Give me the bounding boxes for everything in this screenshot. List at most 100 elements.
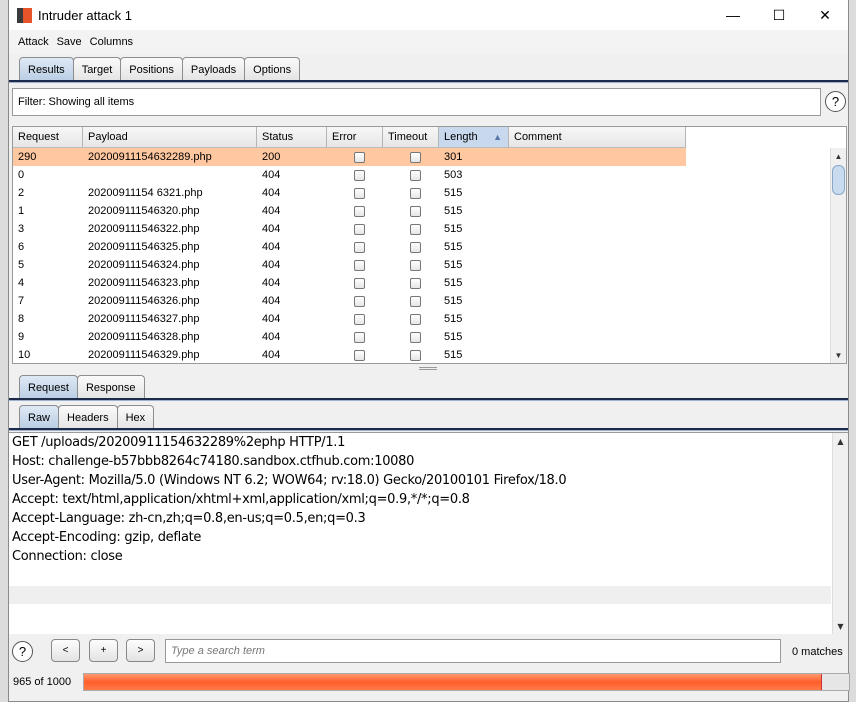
request-editor[interactable]: GET /uploads/20200911154632289%2ephp HTT…: [9, 432, 848, 634]
cell-length: 515: [444, 205, 463, 217]
timeout-checkbox[interactable]: [410, 169, 421, 181]
cell-payload: 20200911154632289.php: [88, 151, 212, 163]
error-checkbox[interactable]: [354, 349, 365, 361]
timeout-checkbox[interactable]: [410, 259, 421, 271]
table-row[interactable]: 8 202009111546327.php 404 515: [13, 310, 686, 328]
view-tabs: Raw Headers Hex: [19, 405, 155, 429]
close-button[interactable]: ✕: [802, 0, 848, 30]
menu-bar: Attack Save Columns: [9, 30, 848, 54]
timeout-checkbox[interactable]: [410, 349, 421, 361]
tab-target[interactable]: Target: [72, 57, 122, 81]
request-line: Accept-Encoding: gzip, deflate: [12, 530, 202, 545]
search-input[interactable]: Type a search term: [165, 639, 781, 663]
next-match-button[interactable]: >: [126, 639, 155, 662]
cell-payload: 202009111546326.php: [88, 295, 200, 307]
error-checkbox[interactable]: [354, 241, 365, 253]
split-handle[interactable]: [419, 367, 437, 370]
menu-attack[interactable]: Attack: [18, 36, 49, 48]
table-row[interactable]: 10 202009111546329.php 404 515: [13, 346, 686, 363]
title-bar: Intruder attack 1 — ☐ ✕: [9, 0, 848, 30]
add-button[interactable]: +: [89, 639, 118, 662]
cell-payload: 202009111546320.php: [88, 205, 200, 217]
table-row[interactable]: 7 202009111546326.php 404 515: [13, 292, 686, 310]
tab-hex[interactable]: Hex: [116, 405, 155, 429]
previous-match-button[interactable]: <: [51, 639, 80, 662]
error-checkbox[interactable]: [354, 223, 365, 235]
tab-divider: [9, 80, 848, 83]
table-row[interactable]: 1 202009111546320.php 404 515: [13, 202, 686, 220]
intruder-window: Intruder attack 1 — ☐ ✕ Attack Save Colu…: [8, 0, 850, 702]
cell-payload: 202009111546327.php: [88, 313, 200, 325]
table-row[interactable]: 4 202009111546323.php 404 515: [13, 274, 686, 292]
table-row[interactable]: 9 202009111546328.php 404 515: [13, 328, 686, 346]
request-line: Host: challenge-b57bbb8264c74180.sandbox…: [12, 454, 415, 469]
error-checkbox[interactable]: [354, 151, 365, 163]
help-icon[interactable]: ?: [825, 91, 846, 112]
col-payload[interactable]: Payload: [83, 127, 257, 147]
cell-payload: 202009111546323.php: [88, 277, 200, 289]
menu-columns[interactable]: Columns: [90, 36, 133, 48]
menu-save[interactable]: Save: [57, 36, 82, 48]
cell-request: 8: [18, 313, 25, 325]
minimize-button[interactable]: —: [710, 0, 756, 30]
table-row[interactable]: 0 404 503: [13, 166, 686, 184]
tab-request[interactable]: Request: [19, 375, 78, 399]
col-comment[interactable]: Comment: [509, 127, 686, 147]
col-error[interactable]: Error: [327, 127, 383, 147]
timeout-checkbox[interactable]: [410, 187, 421, 199]
error-checkbox[interactable]: [354, 187, 365, 199]
cell-request: 7: [18, 295, 25, 307]
sort-ascending-icon: ▲: [493, 132, 502, 142]
col-status[interactable]: Status: [257, 127, 327, 147]
table-scrollbar[interactable]: ▲ ▼: [830, 148, 846, 363]
maximize-button[interactable]: ☐: [756, 0, 802, 30]
cell-request: 290: [18, 151, 37, 163]
timeout-checkbox[interactable]: [410, 331, 421, 343]
timeout-checkbox[interactable]: [410, 313, 421, 325]
tab-positions[interactable]: Positions: [120, 57, 183, 81]
timeout-checkbox[interactable]: [410, 205, 421, 217]
tab-options[interactable]: Options: [244, 57, 301, 81]
tab-payloads[interactable]: Payloads: [181, 57, 246, 81]
table-row[interactable]: 6 202009111546325.php 404 515: [13, 238, 686, 256]
tab-headers[interactable]: Headers: [58, 405, 118, 429]
timeout-checkbox[interactable]: [410, 241, 421, 253]
cell-request: 10: [18, 349, 31, 361]
tab-response[interactable]: Response: [76, 375, 145, 399]
cell-request: 2: [18, 187, 25, 199]
col-timeout[interactable]: Timeout: [383, 127, 439, 147]
editor-scrollbar[interactable]: ▲ ▼: [832, 433, 848, 634]
timeout-checkbox[interactable]: [410, 295, 421, 307]
timeout-checkbox[interactable]: [410, 151, 421, 163]
error-checkbox[interactable]: [354, 205, 365, 217]
error-checkbox[interactable]: [354, 277, 365, 289]
error-checkbox[interactable]: [354, 295, 365, 307]
scroll-down-icon[interactable]: ▼: [833, 618, 848, 634]
timeout-checkbox[interactable]: [410, 223, 421, 235]
detail-divider: [9, 398, 848, 401]
table-row[interactable]: 3 202009111546322.php 404 515: [13, 220, 686, 238]
error-checkbox[interactable]: [354, 169, 365, 181]
error-checkbox[interactable]: [354, 259, 365, 271]
scroll-down-icon[interactable]: ▼: [831, 347, 846, 363]
cell-status: 404: [262, 331, 281, 343]
table-row[interactable]: 5 202009111546324.php 404 515: [13, 256, 686, 274]
col-length[interactable]: Length ▲: [439, 127, 509, 147]
error-checkbox[interactable]: [354, 331, 365, 343]
scroll-up-icon[interactable]: ▲: [833, 433, 848, 449]
col-request[interactable]: Request: [13, 127, 83, 147]
tab-raw[interactable]: Raw: [19, 405, 60, 429]
table-row[interactable]: 290 20200911154632289.php 200 301: [13, 148, 686, 166]
scroll-thumb[interactable]: [832, 165, 845, 195]
table-row[interactable]: 2 20200911154 6321.php 404 515: [13, 184, 686, 202]
error-checkbox[interactable]: [354, 313, 365, 325]
cell-payload: 202009111546329.php: [88, 349, 200, 361]
filter-bar[interactable]: Filter: Showing all items: [12, 88, 821, 116]
tab-results[interactable]: Results: [19, 57, 74, 81]
cell-status: 404: [262, 187, 281, 199]
cell-request: 0: [18, 169, 25, 181]
timeout-checkbox[interactable]: [410, 277, 421, 289]
scroll-up-icon[interactable]: ▲: [831, 148, 846, 164]
search-help-icon[interactable]: ?: [12, 641, 33, 662]
cell-status: 404: [262, 169, 281, 181]
